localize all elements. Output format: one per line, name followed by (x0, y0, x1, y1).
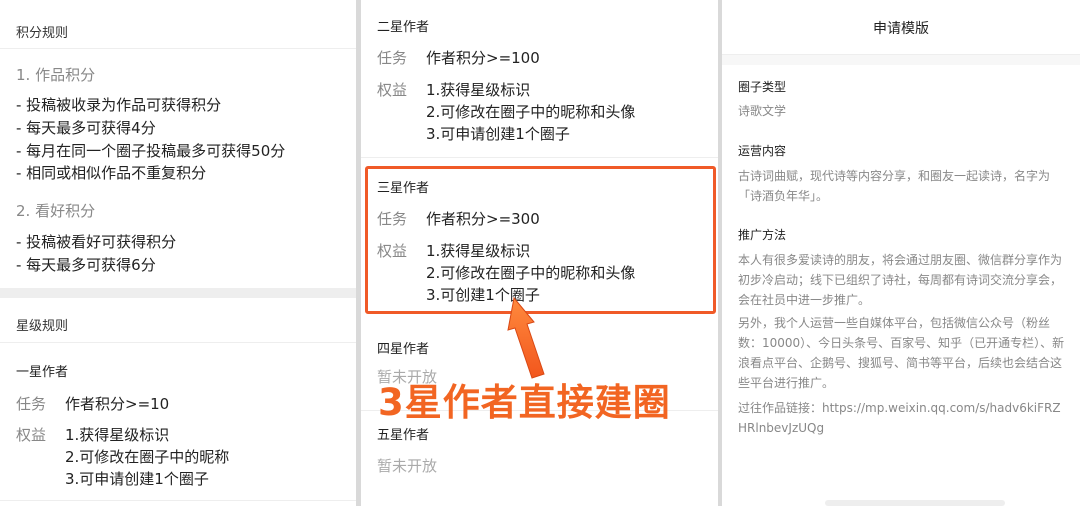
arrow-icon (507, 296, 545, 379)
rule-line: - 每天最多可获得4分 (16, 119, 156, 137)
page-title: 申请模版 (873, 21, 929, 37)
section-separator (722, 55, 1080, 65)
task-label: 任务 (377, 49, 408, 67)
works-points-heading: 1. 作品积分 (16, 66, 96, 84)
star-rules-title: 星级规则 (16, 319, 69, 334)
five-star-status: 暂未开放 (377, 457, 438, 475)
four-star-title: 四星作者 (377, 342, 430, 357)
promotion-link[interactable]: 过往作品链接：https://mp.weixin.qq.com/s/hadv6k… (738, 398, 1068, 438)
promotion-paragraph: 本人有很多爱读诗的朋友，将会通过朋友圈、微信群分享作为初步冷启动；线下已组织了诗… (738, 253, 1063, 307)
benefit-line: 3.可申请创建1个圈子 (426, 125, 570, 143)
rule-line: - 相同或相似作品不重复积分 (16, 164, 207, 182)
star-tiers-panel: 二星作者 任务 作者积分>=100 权益 1.获得星级标识 2.可修改在圈子中的… (361, 0, 718, 506)
annotation-text: 3星作者直接建圈 (378, 381, 671, 424)
circle-type-value: 诗歌文学 (738, 104, 787, 118)
fav-points-heading: 2. 看好积分 (16, 202, 96, 220)
two-star-title: 二星作者 (377, 20, 430, 35)
benefit-label: 权益 (16, 426, 47, 444)
one-star-title: 一星作者 (16, 365, 69, 380)
promotion-heading: 推广方法 (738, 228, 787, 242)
benefit-line: 1.获得星级标识 (426, 81, 531, 99)
benefit-line: 3.可申请创建1个圈子 (65, 470, 209, 488)
operations-value: 古诗词曲赋，现代诗等内容分享，和圈友一起读诗，名字为「诗酒负年华」。 (738, 169, 1051, 203)
benefit-label: 权益 (377, 81, 408, 99)
application-template-panel: 申请模版 圈子类型 诗歌文学 运营内容 古诗词曲赋，现代诗等内容分享，和圈友一起… (722, 0, 1080, 506)
divider (0, 342, 356, 343)
rule-line: - 投稿被看好可获得积分 (16, 233, 177, 251)
scroll-indicator (825, 500, 1005, 506)
divider (0, 500, 356, 501)
divider (0, 48, 356, 49)
section-separator (0, 288, 356, 298)
rule-line: - 每月在同一个圈子投稿最多可获得50分 (16, 142, 286, 160)
circle-type-heading: 圈子类型 (738, 80, 787, 94)
promotion-paragraph: 另外，我个人运营一些自媒体平台，包括微信公众号（粉丝数：10000）、今日头条号… (738, 316, 1065, 390)
five-star-title: 五星作者 (377, 428, 430, 443)
benefit-line: 1.获得星级标识 (65, 426, 170, 444)
rule-line: - 投稿被收录为作品可获得积分 (16, 96, 222, 114)
rule-line: - 每天最多可获得6分 (16, 256, 156, 274)
task-label: 任务 (16, 395, 47, 413)
benefit-line: 2.可修改在圈子中的昵称和头像 (426, 103, 636, 121)
operations-heading: 运营内容 (738, 144, 787, 158)
task-value: 作者积分>=100 (426, 49, 540, 67)
divider (361, 157, 718, 158)
task-value: 作者积分>=10 (65, 395, 170, 413)
benefit-line: 2.可修改在圈子中的昵称 (65, 448, 230, 466)
points-rules-title: 积分规则 (16, 26, 69, 41)
points-rules-panel: 积分规则 1. 作品积分 - 投稿被收录为作品可获得积分 - 每天最多可获得4分… (0, 0, 356, 506)
highlight-box (365, 166, 716, 314)
